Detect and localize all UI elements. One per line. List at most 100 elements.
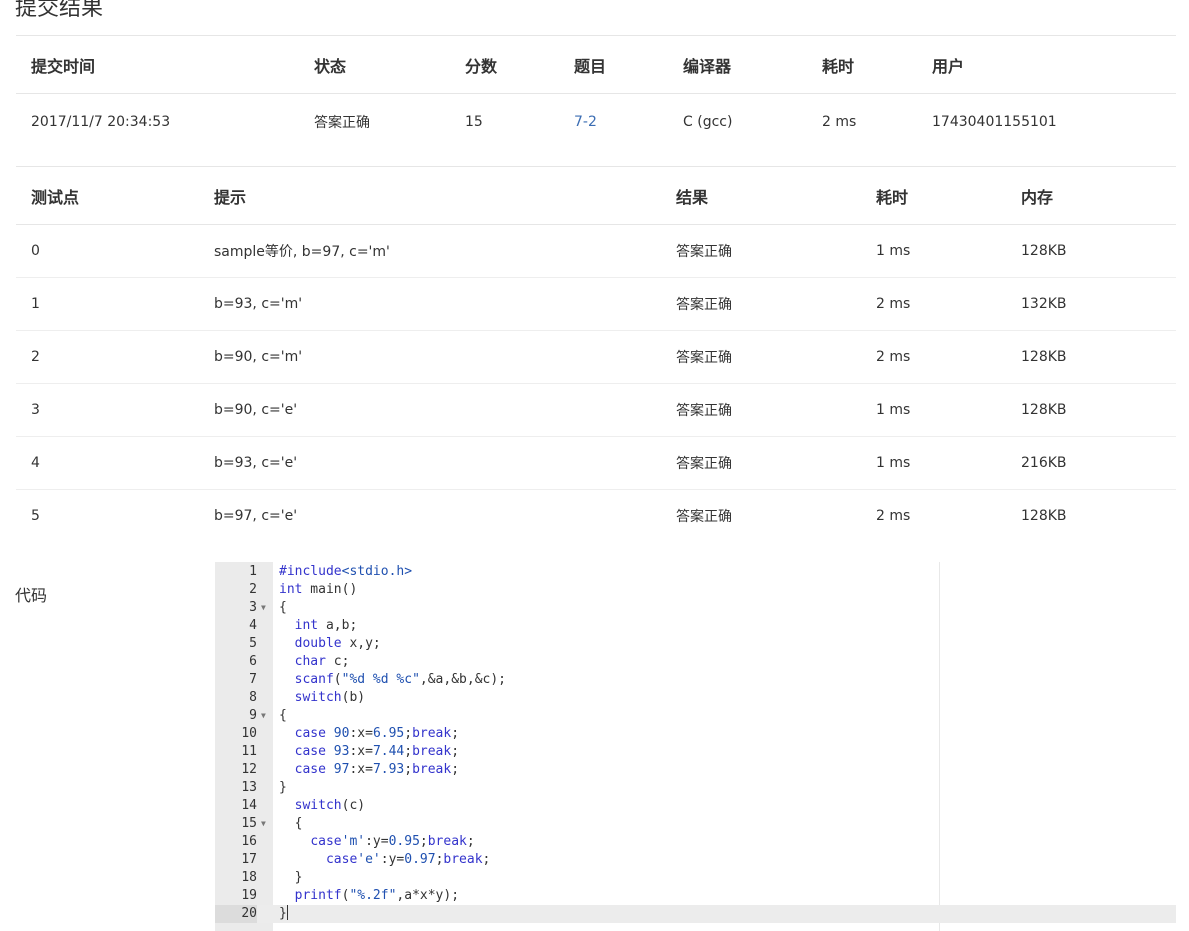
submission-compiler: C (gcc) [683,114,733,130]
table-row: 4 b=93, c='e' 答案正确 1 ms 216KB [16,436,1176,490]
fold-arrow-icon[interactable]: ▼ [261,815,266,833]
line-number: 18 [241,870,257,885]
case-time: 1 ms [861,436,1006,490]
summary-header-row: 提交时间 状态 分数 题目 编译器 耗时 用户 [16,35,1176,94]
code-line: 12 case 97:x=7.93;break; [215,761,1176,779]
code-line-text[interactable]: printf("%.2f",a*x*y); [279,887,459,905]
case-memory: 128KB [1021,508,1067,524]
submission-status: 答案正确 [314,115,370,131]
fold-arrow-icon[interactable]: ▼ [261,707,266,725]
page-title: 提交结果 [15,0,104,21]
case-id: 1 [16,277,199,331]
line-number: 10 [241,726,257,741]
cases-header-memory: 内存 [1006,166,1176,225]
code-line: 8 switch(b) [215,689,1176,707]
code-line-text[interactable]: { [279,815,303,833]
line-number: 9 [249,708,257,723]
case-memory: 128KB [1006,383,1176,437]
code-editor[interactable]: 1 #include<stdio.h> 2 int main() 3 ▼ {4 int a,… [215,562,1176,931]
case-time: 1 ms [861,383,1006,437]
code-line-text[interactable]: case'e':y=0.97;break; [279,851,490,869]
table-row: 2 b=90, c='m' 答案正确 2 ms 128KB [16,330,1176,384]
case-memory: 132KB [1006,277,1176,331]
code-line: 13} [215,779,1176,797]
line-number: 17 [241,852,257,867]
code-line: 7 scanf("%d %d %c",&a,&b,&c); [215,671,1176,689]
code-label: 代码 [15,586,48,605]
summary-header-problem: 题目 [559,35,668,94]
submission-summary-table: 提交时间 状态 分数 题目 编译器 耗时 用户 2017/11/7 20:34:… [16,35,1176,150]
line-number: 5 [249,636,257,651]
case-hint: b=90, c='m' [199,330,661,384]
line-number: 13 [241,780,257,795]
code-line: 14 switch(c) [215,797,1176,815]
submission-time: 2017/11/7 20:34:53 [31,114,171,130]
submission-user: 17430401155101 [932,114,1057,130]
code-line-text[interactable]: switch(b) [279,689,365,707]
submission-score: 15 [465,114,483,130]
code-line-text[interactable]: double x,y; [279,635,381,653]
case-id: 4 [16,436,199,490]
code-line-text[interactable]: #include<stdio.h> [279,563,412,581]
line-number: 4 [249,618,257,633]
line-number: 2 [249,582,257,597]
case-time: 2 ms [876,508,911,524]
case-hint: b=93, c='e' [199,436,661,490]
code-line-text[interactable]: { [279,707,287,725]
summary-header-status: 状态 [299,35,450,94]
code-line-text[interactable]: } [279,905,288,923]
line-number: 3 [249,600,257,615]
case-hint: b=93, c='m' [199,277,661,331]
code-line: 6 char c; [215,653,1176,671]
fold-arrow-icon[interactable]: ▼ [261,599,266,617]
code-line: 2 int main() [215,581,1176,599]
case-memory: 128KB [1006,224,1176,278]
code-line-text[interactable]: switch(c) [279,797,365,815]
summary-header-user: 用户 [917,35,1176,94]
cases-header-result: 结果 [661,166,861,225]
case-id: 3 [16,383,199,437]
test-cases-table: 测试点 提示 结果 耗时 内存 0 sample等价, b=97, c='m' … [16,166,1176,542]
code-line: 17 case'e':y=0.97;break; [215,851,1176,869]
code-line-text[interactable]: scanf("%d %d %c",&a,&b,&c); [279,671,506,689]
code-line: 18 } [215,869,1176,887]
code-line-text[interactable]: char c; [279,653,350,671]
case-time: 2 ms [861,277,1006,331]
problem-link[interactable]: 7-2 [574,114,597,130]
code-line-text[interactable]: case 97:x=7.93;break; [279,761,459,779]
code-line-text[interactable]: case'm':y=0.95;break; [279,833,474,851]
case-memory: 128KB [1006,330,1176,384]
table-row: 1 b=93, c='m' 答案正确 2 ms 132KB [16,277,1176,331]
line-number: 8 [249,690,257,705]
table-row: 0 sample等价, b=97, c='m' 答案正确 1 ms 128KB [16,224,1176,278]
line-number: 1 [249,564,257,579]
text-cursor [286,905,288,920]
case-result: 答案正确 [661,383,861,437]
code-line: 5 double x,y; [215,635,1176,653]
code-line: 9 ▼ { [215,707,1176,725]
table-row: 3 b=90, c='e' 答案正确 1 ms 128KB [16,383,1176,437]
case-memory: 216KB [1006,436,1176,490]
code-line-text[interactable]: int a,b; [279,617,358,635]
line-number: 14 [241,798,257,813]
code-line-text[interactable]: } [279,779,287,797]
cases-header-row: 测试点 提示 结果 耗时 内存 [16,166,1176,225]
code-line-text[interactable]: int main() [279,581,357,599]
case-time: 1 ms [861,224,1006,278]
line-number: 11 [241,744,257,759]
line-number: 20 [215,905,257,923]
code-line-text[interactable]: case 90:x=6.95;break; [279,725,459,743]
case-id: 5 [31,508,40,524]
line-number: 15 [241,816,257,831]
case-result: 答案正确 [661,330,861,384]
code-line: 11 case 93:x=7.44;break; [215,743,1176,761]
summary-header-time: 提交时间 [16,35,299,94]
code-line-text[interactable]: case 93:x=7.44;break; [279,743,459,761]
line-number: 19 [241,888,257,903]
code-line: 20} [215,905,1176,923]
line-number: 7 [249,672,257,687]
code-line: 19 printf("%.2f",a*x*y); [215,887,1176,905]
code-line-text[interactable]: { [279,599,287,617]
cases-header-hint: 提示 [199,166,661,225]
code-line-text[interactable]: } [279,869,303,887]
